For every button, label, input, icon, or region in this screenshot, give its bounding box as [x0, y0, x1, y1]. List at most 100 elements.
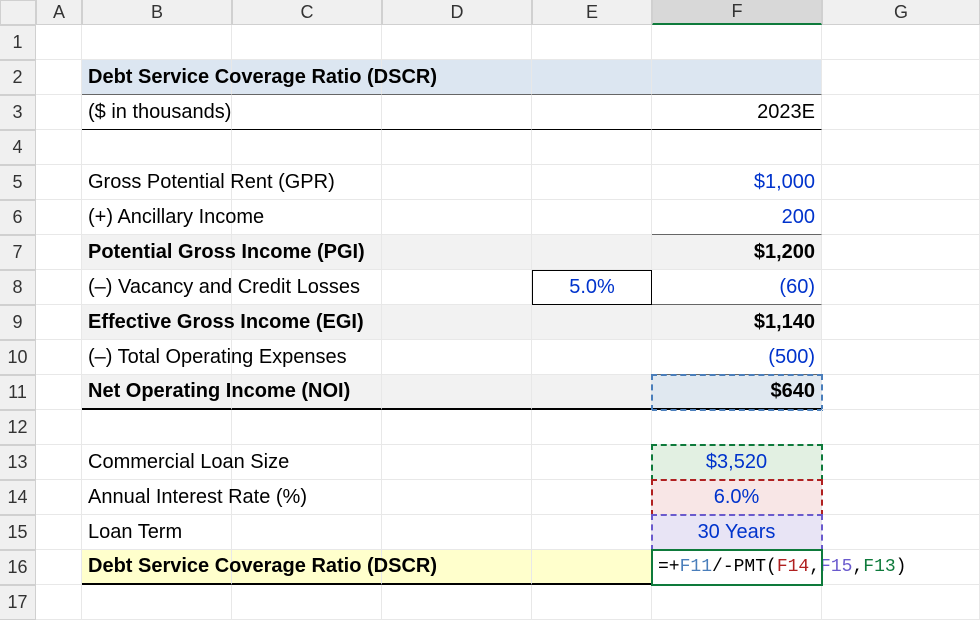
cell-D17[interactable]	[382, 585, 532, 620]
cell-E4[interactable]	[532, 130, 652, 165]
row-header-17[interactable]: 17	[0, 585, 36, 620]
grid[interactable]: A B C D E F G 1 2 Debt Service Coverage …	[0, 0, 980, 620]
cell-D15[interactable]	[382, 515, 532, 550]
cell-G2[interactable]	[822, 60, 980, 95]
cell-G4[interactable]	[822, 130, 980, 165]
cell-A5[interactable]	[36, 165, 82, 200]
cell-D8[interactable]	[382, 270, 532, 305]
row-header-3[interactable]: 3	[0, 95, 36, 130]
col-header-F[interactable]: F	[652, 0, 822, 25]
cell-D13[interactable]	[382, 445, 532, 480]
cell-D14[interactable]	[382, 480, 532, 515]
cell-A11[interactable]	[36, 375, 82, 410]
cell-A15[interactable]	[36, 515, 82, 550]
col-header-A[interactable]: A	[36, 0, 82, 25]
cell-D4[interactable]	[382, 130, 532, 165]
row-header-11[interactable]: 11	[0, 375, 36, 410]
cell-B5-label[interactable]: Gross Potential Rent (GPR)	[82, 165, 232, 200]
cell-B4[interactable]	[82, 130, 232, 165]
cell-D1[interactable]	[382, 25, 532, 60]
cell-C1[interactable]	[232, 25, 382, 60]
cell-A1[interactable]	[36, 25, 82, 60]
row-header-8[interactable]: 8	[0, 270, 36, 305]
cell-G10[interactable]	[822, 340, 980, 375]
cell-G1[interactable]	[822, 25, 980, 60]
cell-F6-value[interactable]: 200	[652, 200, 822, 235]
cell-E16[interactable]	[532, 550, 652, 585]
cell-E14[interactable]	[532, 480, 652, 515]
cell-B14-label[interactable]: Annual Interest Rate (%)	[82, 480, 232, 515]
cell-C4[interactable]	[232, 130, 382, 165]
cell-E6[interactable]	[532, 200, 652, 235]
row-header-7[interactable]: 7	[0, 235, 36, 270]
cell-F7-value[interactable]: $1,200	[652, 235, 822, 270]
cell-G13[interactable]	[822, 445, 980, 480]
col-header-C[interactable]: C	[232, 0, 382, 25]
row-header-16[interactable]: 16	[0, 550, 36, 585]
cell-D11[interactable]	[382, 375, 532, 410]
cell-F3-year[interactable]: 2023E	[652, 95, 822, 130]
row-header-10[interactable]: 10	[0, 340, 36, 375]
cell-D12[interactable]	[382, 410, 532, 445]
cell-E9[interactable]	[532, 305, 652, 340]
cell-E12[interactable]	[532, 410, 652, 445]
row-header-9[interactable]: 9	[0, 305, 36, 340]
cell-E2[interactable]	[532, 60, 652, 95]
cell-F4[interactable]	[652, 130, 822, 165]
cell-G12[interactable]	[822, 410, 980, 445]
cell-F8-value[interactable]: (60)	[652, 270, 822, 305]
cell-B1[interactable]	[82, 25, 232, 60]
cell-A7[interactable]	[36, 235, 82, 270]
cell-B7-label[interactable]: Potential Gross Income (PGI)	[82, 235, 232, 270]
cell-D6[interactable]	[382, 200, 532, 235]
cell-D3[interactable]	[382, 95, 532, 130]
cell-A2[interactable]	[36, 60, 82, 95]
cell-E11[interactable]	[532, 375, 652, 410]
cell-A9[interactable]	[36, 305, 82, 340]
cell-E10[interactable]	[532, 340, 652, 375]
cell-F2[interactable]	[652, 60, 822, 95]
cell-B2-title[interactable]: Debt Service Coverage Ratio (DSCR)	[82, 60, 232, 95]
cell-F10-value[interactable]: (500)	[652, 340, 822, 375]
row-header-1[interactable]: 1	[0, 25, 36, 60]
cell-A16[interactable]	[36, 550, 82, 585]
cell-D10[interactable]	[382, 340, 532, 375]
cell-D7[interactable]	[382, 235, 532, 270]
cell-A13[interactable]	[36, 445, 82, 480]
row-header-2[interactable]: 2	[0, 60, 36, 95]
col-header-G[interactable]: G	[822, 0, 980, 25]
cell-A10[interactable]	[36, 340, 82, 375]
cell-F17[interactable]	[652, 585, 822, 620]
row-header-5[interactable]: 5	[0, 165, 36, 200]
cell-G17[interactable]	[822, 585, 980, 620]
row-header-14[interactable]: 14	[0, 480, 36, 515]
cell-E3[interactable]	[532, 95, 652, 130]
cell-B11-label[interactable]: Net Operating Income (NOI)	[82, 375, 232, 410]
cell-D9[interactable]	[382, 305, 532, 340]
cell-G7[interactable]	[822, 235, 980, 270]
cell-G9[interactable]	[822, 305, 980, 340]
cell-A17[interactable]	[36, 585, 82, 620]
row-header-15[interactable]: 15	[0, 515, 36, 550]
cell-G8[interactable]	[822, 270, 980, 305]
cell-B6-label[interactable]: (+) Ancillary Income	[82, 200, 232, 235]
cell-E5[interactable]	[532, 165, 652, 200]
row-header-4[interactable]: 4	[0, 130, 36, 165]
cell-B15-label[interactable]: Loan Term	[82, 515, 232, 550]
cell-E7[interactable]	[532, 235, 652, 270]
cell-C12[interactable]	[232, 410, 382, 445]
cell-B10-label[interactable]: (–) Total Operating Expenses	[82, 340, 232, 375]
cell-B13-label[interactable]: Commercial Loan Size	[82, 445, 232, 480]
col-header-E[interactable]: E	[532, 0, 652, 25]
cell-G6[interactable]	[822, 200, 980, 235]
cell-F1[interactable]	[652, 25, 822, 60]
cell-B9-label[interactable]: Effective Gross Income (EGI)	[82, 305, 232, 340]
cell-G15[interactable]	[822, 515, 980, 550]
cell-E8-pct[interactable]: 5.0%	[532, 270, 652, 305]
cell-F14-value[interactable]: 6.0%	[652, 480, 822, 515]
cell-F5-value[interactable]: $1,000	[652, 165, 822, 200]
cell-G14[interactable]	[822, 480, 980, 515]
col-header-B[interactable]: B	[82, 0, 232, 25]
col-header-D[interactable]: D	[382, 0, 532, 25]
cell-G5[interactable]	[822, 165, 980, 200]
